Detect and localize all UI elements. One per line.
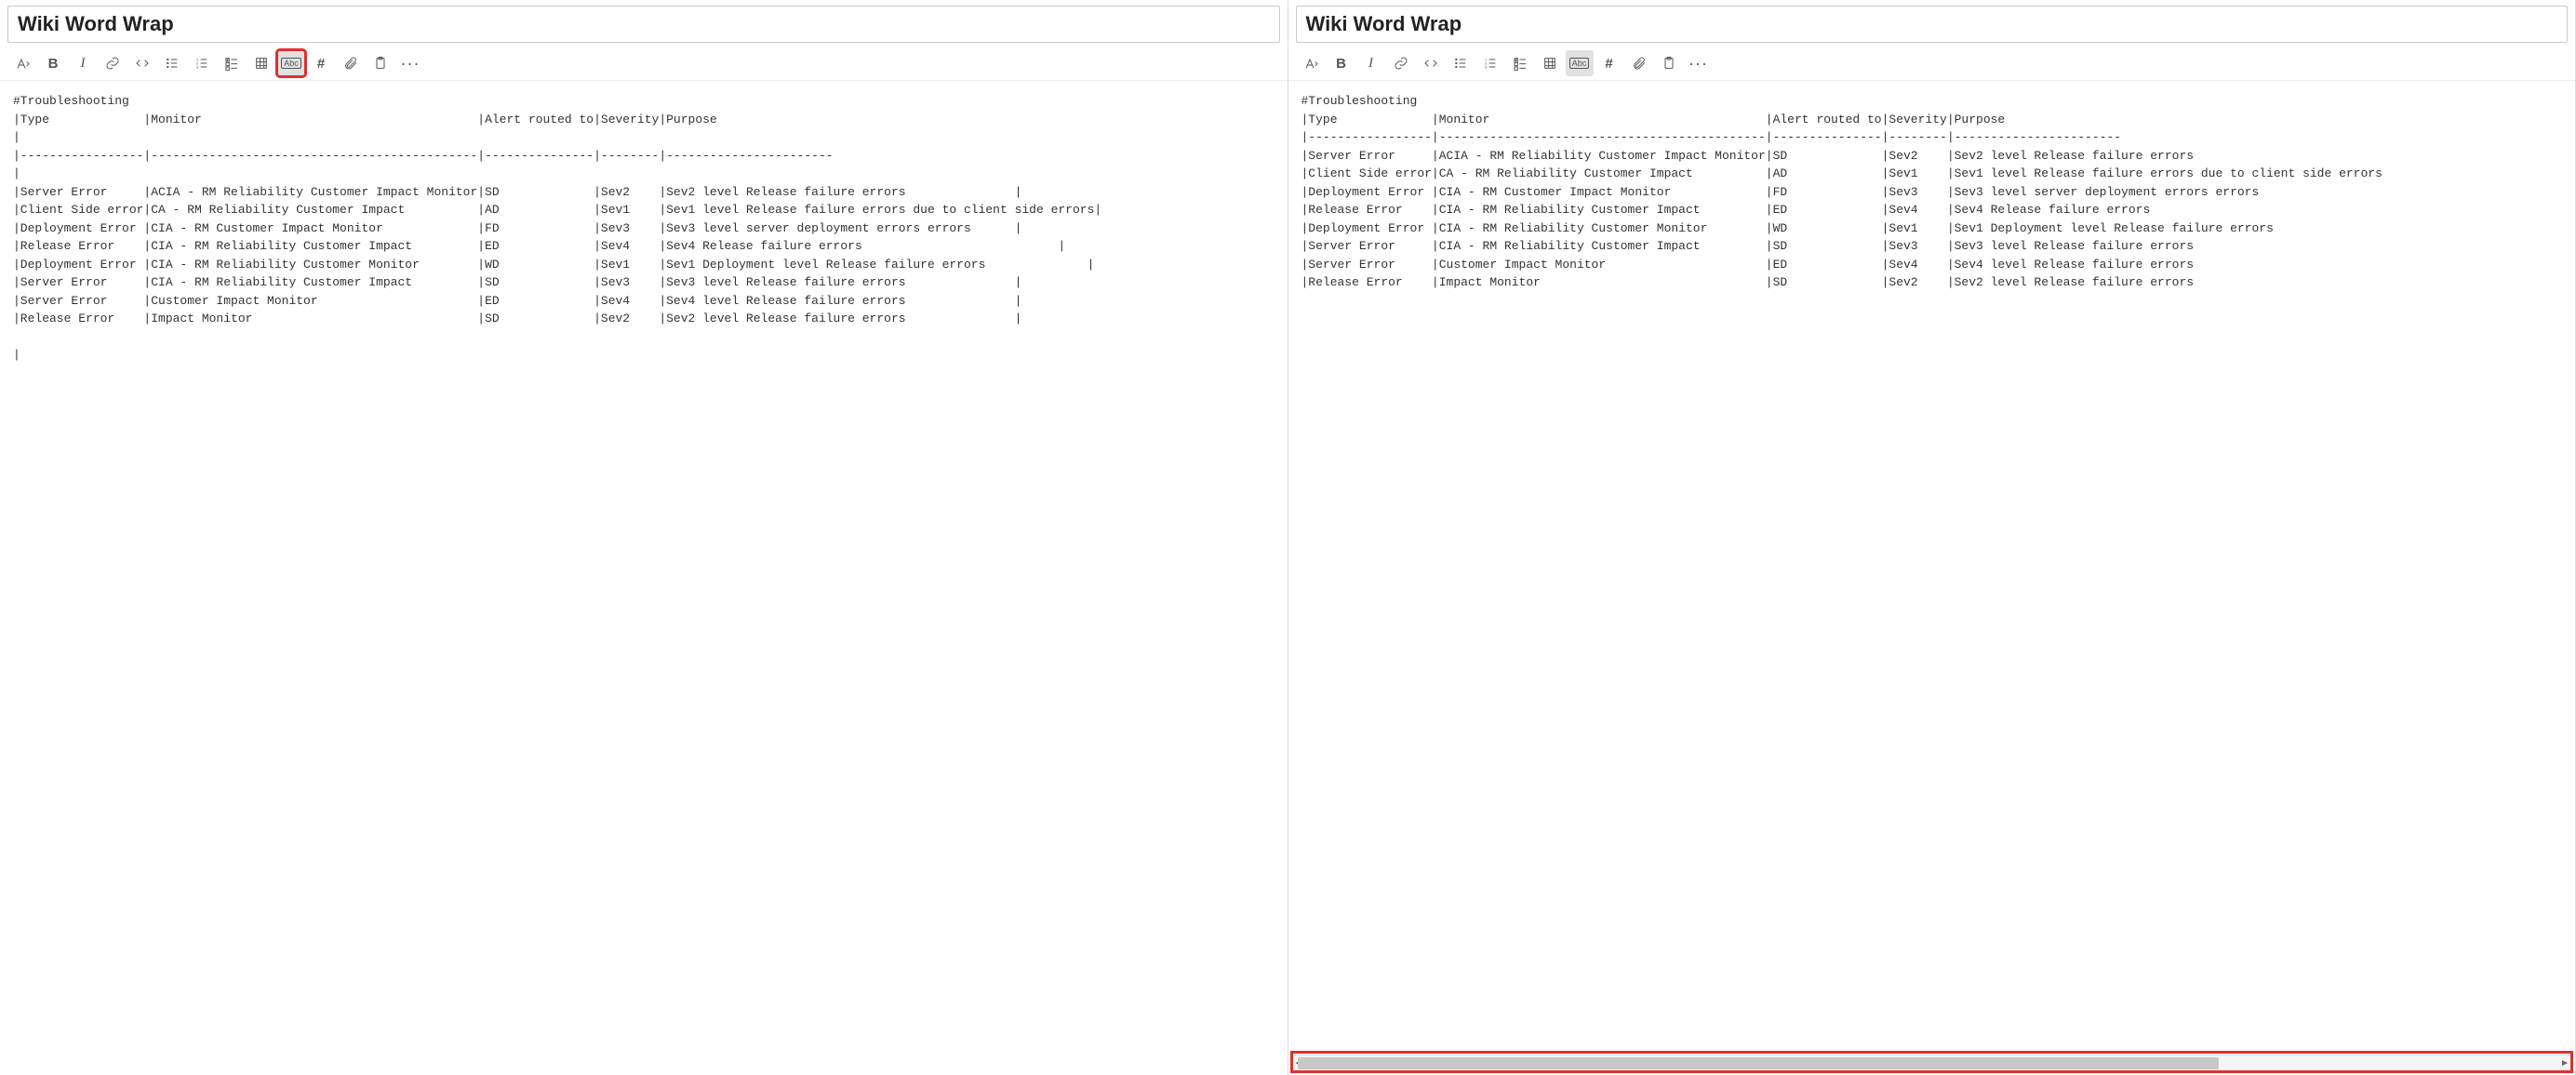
italic-button[interactable]: I [1357, 50, 1385, 76]
format-dropdown[interactable] [1298, 50, 1326, 76]
mention-button[interactable]: # [307, 50, 335, 76]
checklist-button[interactable] [1506, 50, 1534, 76]
svg-text:3: 3 [1485, 64, 1488, 69]
attachment-button[interactable] [1625, 50, 1653, 76]
editor-content-wrapped[interactable]: #Troubleshooting |Type |Monitor |Alert r… [0, 81, 1288, 1075]
svg-text:3: 3 [196, 64, 199, 69]
editor-toolbar: B I 123 Abc # ··· [1288, 46, 2576, 81]
link-button[interactable] [99, 50, 127, 76]
link-button[interactable] [1387, 50, 1415, 76]
numbered-list-button[interactable]: 123 [188, 50, 216, 76]
editor-toolbar: B I 123 Abc # ··· [0, 46, 1288, 81]
mention-button[interactable]: # [1595, 50, 1623, 76]
right-pane: Wiki Word Wrap B I 123 Abc # [1288, 0, 2576, 1075]
editor-content-nowrap[interactable]: #Troubleshooting |Type |Monitor |Alert r… [1288, 81, 2576, 1055]
checklist-button[interactable] [218, 50, 246, 76]
paste-button[interactable] [367, 50, 394, 76]
more-button[interactable]: ··· [1685, 50, 1713, 76]
format-dropdown[interactable] [9, 50, 37, 76]
text-cursor [13, 348, 20, 362]
title-bar[interactable]: Wiki Word Wrap [7, 6, 1280, 43]
numbered-list-button[interactable]: 123 [1476, 50, 1504, 76]
bullet-list-button[interactable] [158, 50, 186, 76]
paste-button[interactable] [1655, 50, 1683, 76]
horizontal-scrollbar[interactable]: ◄ ► [1292, 1055, 2572, 1071]
left-pane: Wiki Word Wrap B I 123 Abc # [0, 0, 1288, 1075]
bold-button[interactable]: B [39, 50, 67, 76]
scroll-right-arrow[interactable]: ► [2558, 1055, 2571, 1071]
word-wrap-button[interactable]: Abc [277, 50, 305, 76]
table-button[interactable] [1536, 50, 1564, 76]
bullet-list-button[interactable] [1447, 50, 1475, 76]
page-title: Wiki Word Wrap [18, 12, 174, 35]
more-button[interactable]: ··· [396, 50, 424, 76]
word-wrap-button[interactable]: Abc [1566, 50, 1594, 76]
italic-button[interactable]: I [69, 50, 97, 76]
attachment-button[interactable] [337, 50, 365, 76]
bold-button[interactable]: B [1328, 50, 1355, 76]
page-title: Wiki Word Wrap [1306, 12, 1462, 35]
code-button[interactable] [128, 50, 156, 76]
table-button[interactable] [247, 50, 275, 76]
title-bar[interactable]: Wiki Word Wrap [1296, 6, 2569, 43]
scroll-thumb[interactable] [1298, 1057, 2219, 1069]
code-button[interactable] [1417, 50, 1445, 76]
